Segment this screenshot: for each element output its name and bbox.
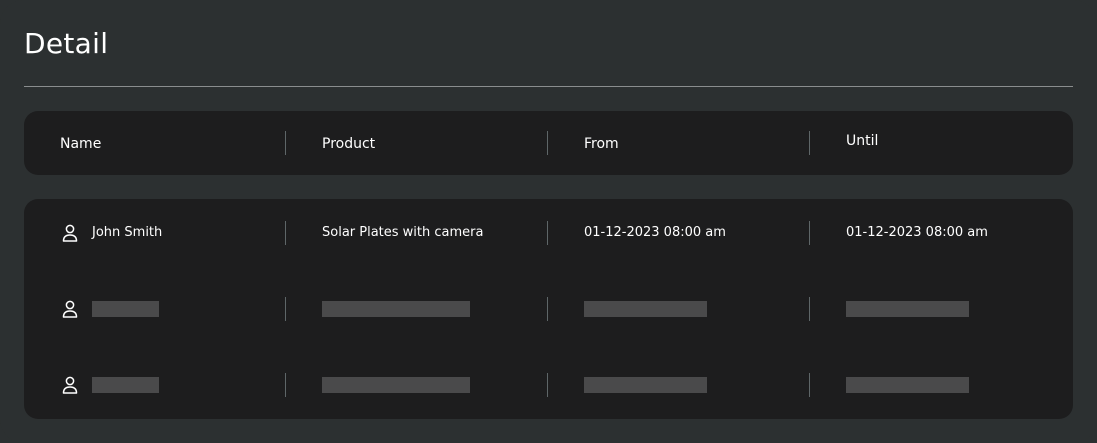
user-icon <box>62 376 78 394</box>
column-separator <box>285 297 286 321</box>
detail-panel: Detail Name Product From Until John Smit… <box>0 0 1097 443</box>
column-separator <box>547 221 548 245</box>
placeholder-name <box>92 301 159 317</box>
column-header-until[interactable]: Until <box>846 132 878 150</box>
placeholder-from <box>584 301 707 317</box>
placeholder-from <box>584 377 707 393</box>
column-separator <box>285 221 286 245</box>
column-separator <box>547 297 548 321</box>
column-separator <box>285 131 286 155</box>
placeholder-name <box>92 377 159 393</box>
placeholder-product <box>322 377 470 393</box>
column-header-name[interactable]: Name <box>60 135 101 153</box>
table-body: John Smith Solar Plates with camera 01-1… <box>24 199 1073 419</box>
column-separator <box>809 373 810 397</box>
title-divider <box>24 86 1073 87</box>
column-header-from[interactable]: From <box>584 135 619 153</box>
column-separator <box>809 297 810 321</box>
placeholder-until <box>846 377 969 393</box>
placeholder-until <box>846 301 969 317</box>
user-icon <box>62 300 78 318</box>
column-separator <box>547 131 548 155</box>
column-separator <box>809 131 810 155</box>
cell-until: 01-12-2023 08:00 am <box>846 225 988 240</box>
table-header: Name Product From Until <box>24 111 1073 175</box>
column-separator <box>285 373 286 397</box>
column-separator <box>547 373 548 397</box>
page-title: Detail <box>24 27 109 60</box>
cell-from: 01-12-2023 08:00 am <box>584 225 726 240</box>
column-header-product[interactable]: Product <box>322 135 375 153</box>
placeholder-product <box>322 301 470 317</box>
user-icon <box>62 224 78 242</box>
column-separator <box>809 221 810 245</box>
cell-product: Solar Plates with camera <box>322 225 484 240</box>
cell-name: John Smith <box>92 225 163 240</box>
